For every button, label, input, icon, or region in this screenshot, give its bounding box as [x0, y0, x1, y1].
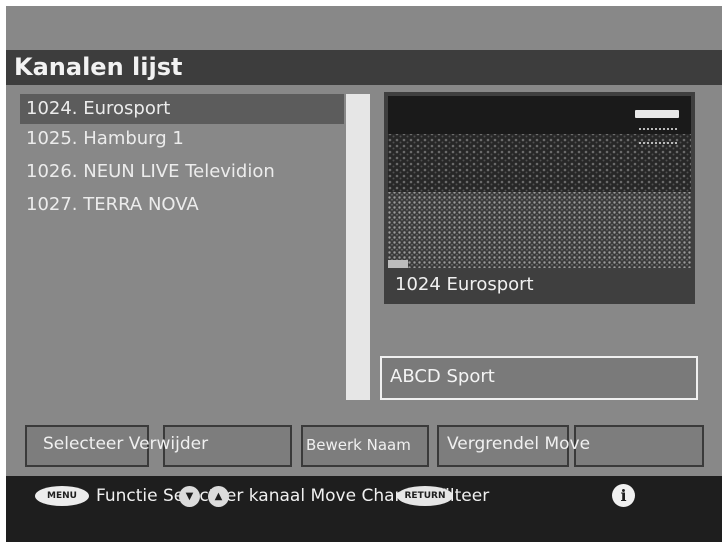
programme-info-box: ABCD Sport [380, 356, 698, 400]
broadcaster-logo [635, 110, 679, 118]
select-delete-label: Selecteer Verwijder [43, 434, 209, 454]
stadium-crowd-image [388, 96, 691, 268]
edit-name-label: Bewerk Naam [306, 436, 411, 454]
channel-item-1024[interactable]: 1024. Eurosport [20, 94, 344, 124]
channel-label: 1025. Hamburg 1 [26, 128, 184, 149]
info-icon[interactable]: i [612, 484, 635, 507]
channel-label: 1024. Eurosport [26, 98, 171, 119]
channel-list-scrollbar[interactable] [346, 94, 370, 400]
channel-preview: 1024 Eurosport [384, 92, 695, 304]
return-key-icon: RETURN [397, 486, 453, 506]
arrow-up-key-icon: ▲ [208, 486, 229, 507]
tv-menu-screen: Kanalen lijst 1024. Eurosport 1025. Hamb… [6, 6, 722, 542]
channel-list: 1024. Eurosport 1025. Hamburg 1 1026. NE… [20, 94, 344, 223]
menu-key-icon: MENU [35, 486, 89, 506]
score-overlay [639, 128, 677, 144]
channel-item-1026[interactable]: 1026. NEUN LIVE Televidion [20, 157, 344, 190]
help-status-bar: Functie Selecteer kanaal Move Channel Fi… [6, 476, 722, 542]
function-button-bar: Selecteer Verwijder Bewerk Naam Vergrend… [6, 425, 722, 469]
preview-video-image [388, 96, 691, 268]
lock-move-label: Vergrendel Move [447, 434, 591, 454]
channel-item-1025[interactable]: 1025. Hamburg 1 [20, 124, 344, 157]
move-button[interactable] [574, 425, 704, 467]
page-title: Kanalen lijst [6, 50, 722, 85]
preview-caption: 1024 Eurosport [395, 274, 534, 295]
channel-label: 1027. TERRA NOVA [26, 194, 199, 215]
arrow-down-key-icon: ▼ [179, 486, 200, 507]
channel-label: 1026. NEUN LIVE Televidion [26, 161, 275, 182]
channel-item-1027[interactable]: 1027. TERRA NOVA [20, 190, 344, 223]
